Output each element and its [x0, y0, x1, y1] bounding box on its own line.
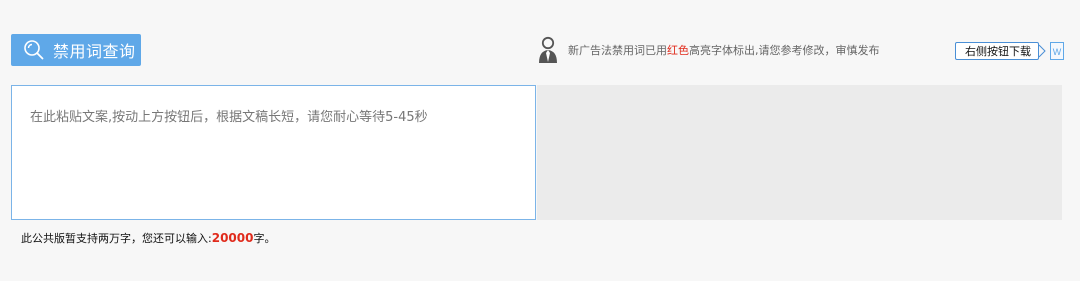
char-counter-suffix: 字。: [253, 232, 276, 245]
char-counter: 此公共版暂支持两万字，您还可以输入:20000字。: [21, 230, 275, 246]
search-icon: [23, 39, 45, 61]
download-button-label: 右侧按钮下载: [965, 45, 1031, 58]
person-icon: [537, 36, 559, 64]
notice-highlight: 红色: [667, 44, 689, 57]
result-panel: [537, 85, 1062, 220]
svg-text:W: W: [1053, 47, 1062, 57]
download-control[interactable]: 右侧按钮下载 W: [955, 42, 1064, 60]
char-counter-remaining: 20000: [211, 231, 254, 245]
arrow-right-icon: [1039, 42, 1047, 60]
text-input-area[interactable]: [11, 85, 536, 220]
notice-text-after: 高亮字体标出,请您参考修改，审慎发布: [689, 44, 880, 57]
notice-banner: 新广告法禁用词已用 红色 高亮字体标出,请您参考修改，审慎发布: [537, 34, 880, 66]
download-button[interactable]: 右侧按钮下载: [955, 42, 1039, 60]
ban-word-query-label: 禁用词查询: [53, 42, 136, 61]
char-counter-prefix: 此公共版暂支持两万字，您还可以输入:: [21, 232, 212, 245]
notice-text-before: 新广告法禁用词已用: [568, 44, 667, 57]
word-doc-icon[interactable]: W: [1050, 42, 1064, 60]
ban-word-query-button[interactable]: 禁用词查询: [11, 34, 141, 66]
